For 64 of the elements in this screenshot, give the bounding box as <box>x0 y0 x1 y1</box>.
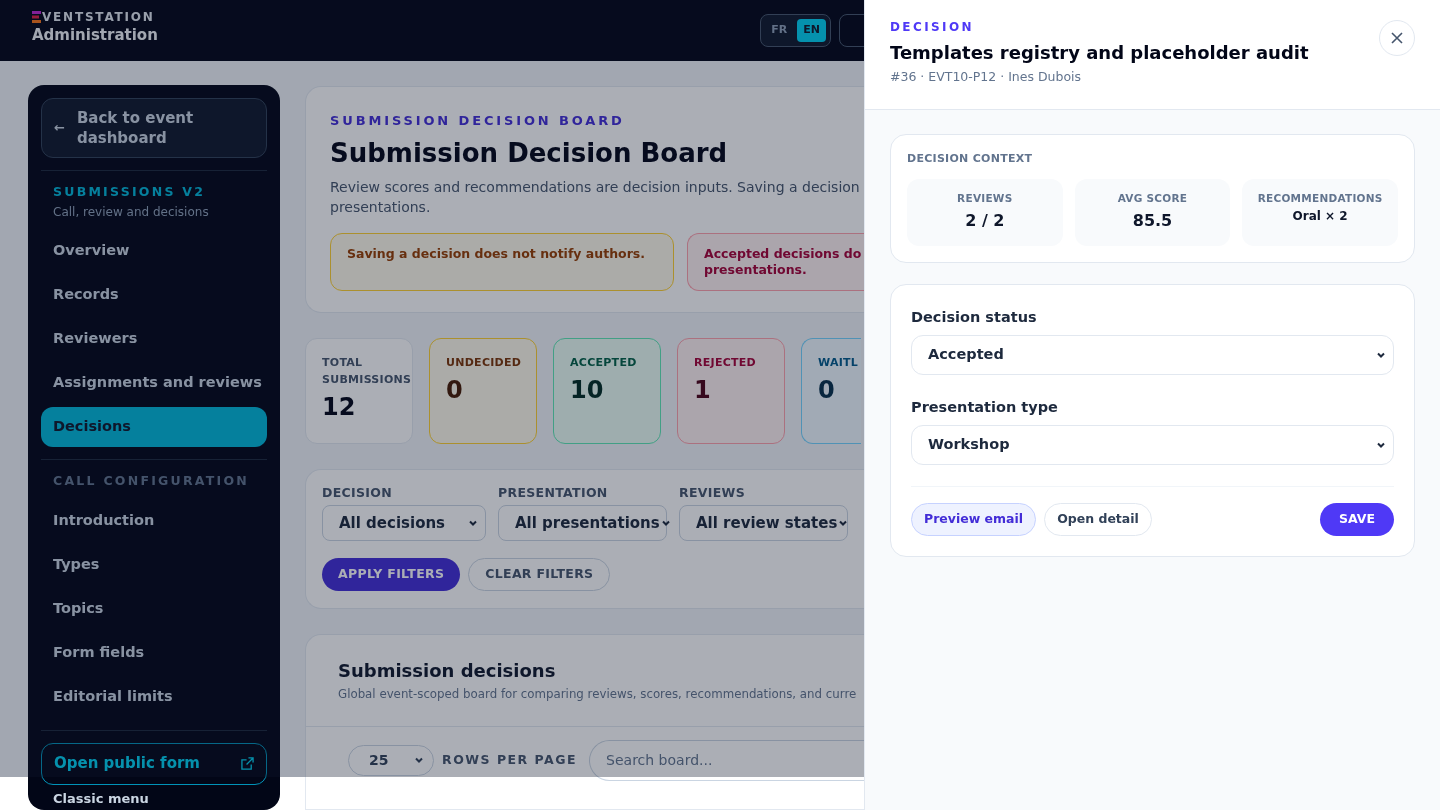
field-select[interactable]: Accepted <box>911 334 1394 375</box>
drawer-title: Templates registry and placeholder audit <box>890 41 1309 65</box>
stat-value: 1 <box>694 375 712 406</box>
stat-value: 10 <box>570 375 605 406</box>
language-button[interactable]: FR <box>765 19 794 42</box>
metric-value: 2 / 2 <box>965 210 1005 233</box>
drawer-meta: #36 · EVT10-P12 · Ines Dubois <box>890 68 1083 86</box>
drawer-eyebrow: DECISION <box>890 19 975 35</box>
nav-item[interactable]: Records <box>41 274 267 315</box>
close-icon <box>1391 32 1403 44</box>
nav-item[interactable]: Introduction <box>41 500 267 541</box>
metric-label: REVIEWS <box>957 190 1013 206</box>
filter-button[interactable]: APPLY FILTERS <box>322 558 461 591</box>
stat-value: 0 <box>446 375 464 406</box>
stat-value: 12 <box>322 392 357 423</box>
section-heading: CALL CONFIGURATION <box>52 471 251 490</box>
action-button[interactable]: Preview email <box>911 502 1037 536</box>
nav-item[interactable]: Form fields <box>41 632 267 673</box>
stat-label: UNDECIDED <box>446 355 523 371</box>
nav-item[interactable]: Assignments and reviews <box>41 362 267 403</box>
notice: Saving a decision does not notify authors. <box>330 233 674 291</box>
section-description: Global event-scoped board for comparing reviews, scores, recommendations, and curre <box>338 686 857 703</box>
nav-item[interactable]: Topics <box>41 588 267 629</box>
metric-label: AVG SCORE <box>1117 190 1188 206</box>
stat-label: ACCEPTED <box>570 355 638 371</box>
brand-name: VENTSTATION <box>42 11 155 23</box>
external-link-icon <box>241 757 254 770</box>
language-button[interactable]: EN <box>797 19 826 42</box>
stat-label: REJECTED <box>694 355 757 371</box>
stat-label: TOTAL SUBMISSIONS <box>322 355 412 388</box>
app-title: Administration <box>32 25 158 45</box>
filter-select[interactable]: All decisions <box>322 505 486 541</box>
field-label: Decision status <box>911 307 1038 327</box>
section-heading: SUBMISSIONS V2 <box>52 183 207 201</box>
stat-value: 0 <box>818 375 836 406</box>
metric-value: 85.5 <box>1132 210 1173 233</box>
arrow-left-icon: ← <box>54 118 65 138</box>
page-description: Review scores and recommendations are decision inputs. Saving a decision presentations. <box>330 178 860 217</box>
metric-label: RECOMMENDATIONS <box>1257 190 1383 206</box>
field-select[interactable]: Workshop <box>911 424 1394 465</box>
card-heading: DECISION CONTEXT <box>907 151 1034 167</box>
nav-item[interactable]: Types <box>41 544 267 585</box>
nav-item[interactable]: Decisions <box>41 406 267 447</box>
section-subtitle: Call, review and decisions <box>52 203 210 221</box>
action-button[interactable]: SAVE <box>1319 502 1394 536</box>
page-title: Submission Decision Board <box>330 137 728 170</box>
classic-menu-link[interactable]: Classic menu <box>41 790 267 807</box>
notice: Accepted decisions do presentations. <box>687 233 865 291</box>
logo-icon <box>32 11 41 23</box>
filter-label: REVIEWS <box>679 485 746 501</box>
nav-item[interactable]: Reviewers <box>41 318 267 359</box>
section-title: Submission decisions <box>338 659 556 683</box>
rows-per-page-label: ROWS PER PAGE <box>442 750 578 769</box>
filter-select[interactable]: All presentations <box>498 505 667 541</box>
nav-item[interactable]: Editorial limits <box>41 676 267 717</box>
eyebrow: SUBMISSION DECISION BOARD <box>330 112 625 130</box>
filter-label: DECISION <box>322 485 393 501</box>
public-form-link[interactable]: Open public form <box>41 742 267 785</box>
stat-label: WAITL <box>818 355 860 371</box>
filter-select[interactable]: All review states <box>679 505 848 541</box>
metric-value: Oral × 2 <box>1292 208 1348 226</box>
field-label: Presentation type <box>911 397 1059 417</box>
nav-item[interactable]: Overview <box>41 230 267 271</box>
filter-label: PRESENTATION <box>498 485 609 501</box>
